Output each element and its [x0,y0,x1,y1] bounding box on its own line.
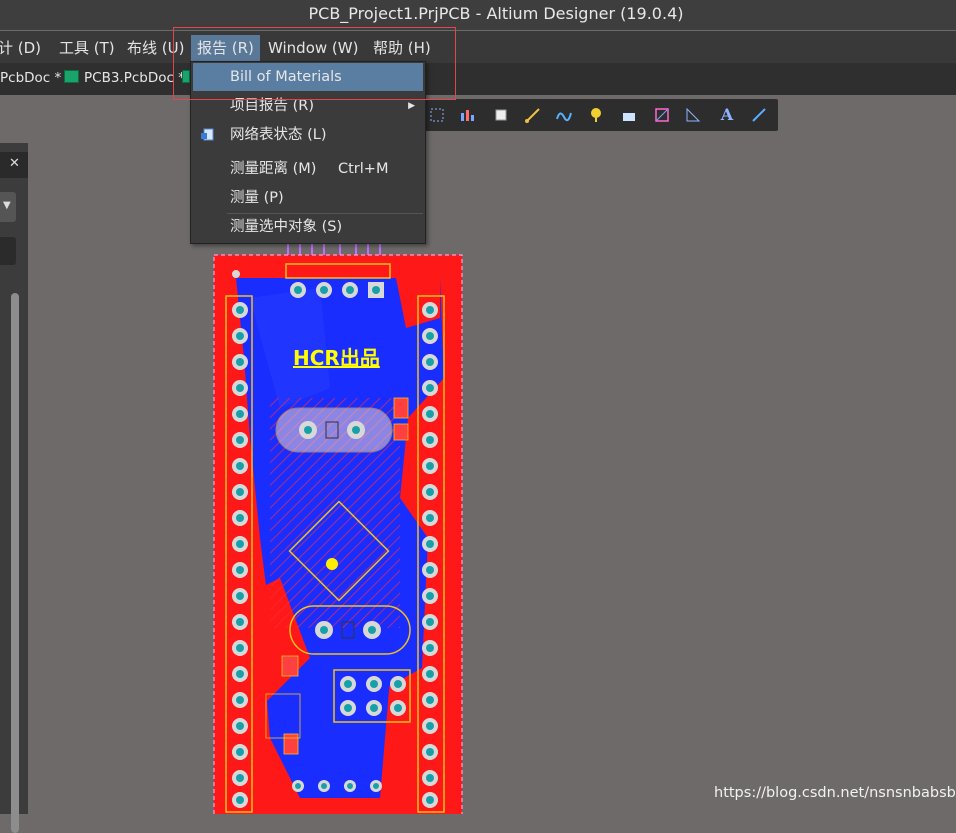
side-panel: ✕ ▼ [0,143,28,833]
line-icon[interactable] [750,107,768,123]
active-bar-toolbar: A [420,99,778,131]
select-rect-icon[interactable] [428,107,446,123]
tab-pcbdoc[interactable]: PcbDoc * [0,70,61,86]
watermark: https://blog.csdn.net/nsnsnbabsb [714,785,956,801]
pcb-document-icon [64,70,79,83]
tab-label: PCB3.PcbDoc * [84,70,185,86]
menu-item-measure-distance[interactable]: 测量距离 (M) Ctrl+M [191,155,425,183]
tab-label: PcbDoc * [0,70,62,86]
menu-item-label: 网络表状态 (L) [230,127,327,143]
menu-bar: 计 (D) 工具 (T) 布线 (U) 报告 (R) Window (W) 帮助… [0,31,956,63]
arc-icon[interactable] [684,107,702,123]
netlist-icon [201,128,214,141]
scrollbar[interactable] [11,293,19,833]
menu-item-label: 测量 (P) [230,190,284,206]
tab-pcb3[interactable]: PCB3.PcbDoc * [64,70,185,86]
fill-icon[interactable] [620,107,638,123]
menu-item-measure-selected[interactable]: 测量选中对象 (S) [191,213,425,241]
text-icon[interactable]: A [718,107,736,123]
title-bar: PCB_Project1.PrjPCB - Altium Designer (1… [0,0,956,30]
menu-tools[interactable]: 工具 (T) [59,37,115,59]
diff-pair-icon[interactable] [555,107,573,123]
window-title: PCB_Project1.PrjPCB - Altium Designer (1… [308,4,684,23]
panel-field[interactable] [0,237,16,265]
menu-item-netlist-status[interactable]: 网络表状态 (L) [191,121,425,149]
menu-design[interactable]: 计 (D) [0,37,41,59]
route-icon[interactable] [524,107,542,123]
document-tab-bar: PcbDoc * PCB3.PcbDoc * [0,63,956,95]
component-icon[interactable] [492,107,510,123]
close-icon[interactable]: ✕ [9,156,20,171]
polygon-icon[interactable] [653,107,671,123]
board-logo: HCR出品 [293,346,380,370]
menu-item-label: 测量距离 (M) [230,161,317,177]
chevron-down-icon: ▼ [3,200,11,211]
panel-combo[interactable]: ▼ [0,192,16,222]
via-icon[interactable] [588,107,606,123]
menu-item-measure[interactable]: 测量 (P) [191,184,425,212]
menu-item-shortcut: Ctrl+M [338,161,389,177]
highlight-annotation [173,27,456,100]
menu-item-label: 测量选中对象 (S) [230,219,343,235]
pcb-board[interactable]: HCR出品 [200,238,480,814]
align-icon[interactable] [458,107,476,123]
